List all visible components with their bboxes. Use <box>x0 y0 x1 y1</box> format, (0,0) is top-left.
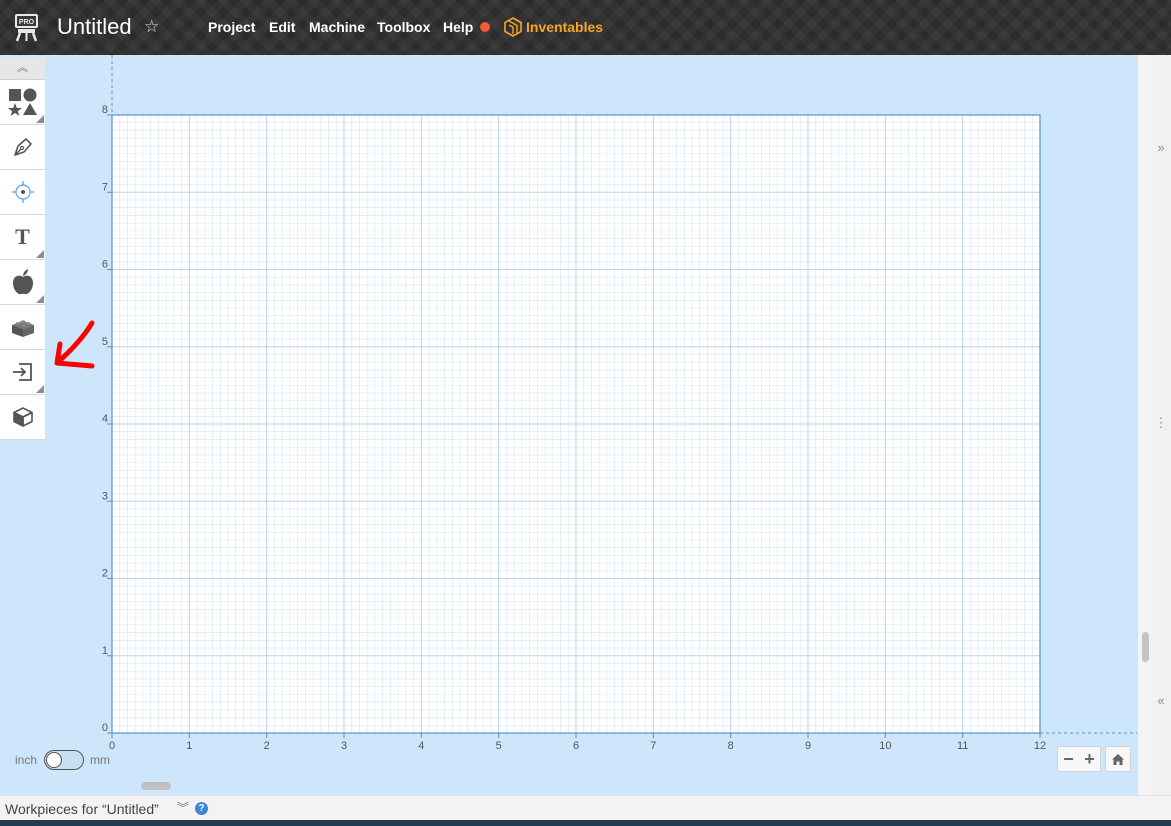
3d-tool[interactable] <box>0 395 45 440</box>
x-tick-label: 4 <box>418 740 424 752</box>
footer-strip <box>0 820 1171 826</box>
submenu-corner-indicator <box>36 295 44 303</box>
submenu-corner-indicator <box>36 115 44 123</box>
zoom-in-button[interactable]: + <box>1079 747 1100 771</box>
y-tick-label: 7 <box>102 181 108 193</box>
menu-machine[interactable]: Machine <box>309 17 365 37</box>
y-tick-label: 2 <box>102 568 108 580</box>
workpieces-bar: Workpieces for “Untitled” ︾ ? <box>0 795 1171 821</box>
icon-library-tool[interactable] <box>0 260 45 305</box>
shapes-icon <box>7 88 37 116</box>
vertical-scroll-thumb[interactable] <box>1142 632 1149 662</box>
text-icon: T <box>15 224 30 249</box>
apps-tool[interactable] <box>0 305 45 350</box>
menu-toolbox[interactable]: Toolbox <box>377 17 430 37</box>
inventables-link[interactable]: Inventables <box>526 17 603 37</box>
x-tick-label: 5 <box>496 740 502 752</box>
home-icon <box>1112 753 1124 765</box>
text-tool[interactable]: T <box>0 215 45 260</box>
menu-help[interactable]: Help <box>443 17 473 37</box>
cube-icon <box>12 407 33 427</box>
x-tick-label: 8 <box>728 740 734 752</box>
import-icon <box>12 363 32 381</box>
x-tick-label: 7 <box>650 740 656 752</box>
preview-panel-collapsed: » ⋮ « <box>1151 55 1171 795</box>
lego-brick-icon <box>11 320 34 337</box>
submenu-corner-indicator <box>36 250 44 258</box>
y-tick-label: 8 <box>102 104 108 116</box>
x-tick-label: 11 <box>957 740 968 752</box>
y-tick-label: 5 <box>102 336 108 348</box>
star-outline-icon[interactable]: ☆ <box>144 15 159 39</box>
project-title[interactable]: Untitled <box>57 13 132 41</box>
double-chevron-left-icon[interactable]: « <box>1151 693 1171 708</box>
red-arrow-annotation <box>54 320 95 369</box>
x-tick-label: 6 <box>573 740 579 752</box>
workpieces-label[interactable]: Workpieces for “Untitled” <box>5 800 159 818</box>
pen-icon <box>13 138 32 156</box>
x-tick-label: 2 <box>264 740 270 752</box>
vertical-dots-icon[interactable]: ⋮ <box>1151 415 1171 431</box>
inventables-logo-icon[interactable] <box>504 17 522 37</box>
y-tick-label: 6 <box>102 259 108 271</box>
double-chevron-up-icon[interactable]: ︽ <box>0 57 45 80</box>
y-tick-label: 4 <box>102 413 108 425</box>
import-tool[interactable] <box>0 350 45 395</box>
menu-project[interactable]: Project <box>208 17 255 37</box>
grid-canvas[interactable]: 0 1 2 3 4 5 6 7 8 9 10 11 12012345678 <box>0 55 1137 795</box>
point-tool[interactable] <box>0 170 45 215</box>
double-chevron-right-icon[interactable]: » <box>1151 140 1171 155</box>
pen-tool[interactable] <box>0 125 45 170</box>
menu-edit[interactable]: Edit <box>269 17 295 37</box>
point-target-icon <box>11 181 34 203</box>
units-toggle-knob[interactable] <box>46 752 62 768</box>
unit-mm-label[interactable]: mm <box>90 753 110 767</box>
easel-pro-logo-icon[interactable]: PRO <box>13 12 40 42</box>
help-icon[interactable]: ? <box>195 802 208 815</box>
top-bar: PRO Untitled ☆ Project Edit Machine Tool… <box>0 0 1171 55</box>
shapes-tool[interactable] <box>0 80 45 125</box>
submenu-corner-indicator <box>36 385 44 393</box>
design-canvas[interactable]: 0 1 2 3 4 5 6 7 8 9 10 11 12 0 1 2 3 4 5 6 7 8 <box>0 55 1137 795</box>
y-tick-label: 1 <box>102 645 108 657</box>
double-chevron-down-icon[interactable]: ︾ <box>177 799 189 817</box>
zoom-out-button[interactable]: − <box>1058 747 1079 771</box>
home-view-button[interactable] <box>1105 746 1131 772</box>
pro-badge: PRO <box>19 19 35 26</box>
apple-icon <box>12 269 33 295</box>
x-tick-label: 1 <box>186 740 192 752</box>
machine-status-indicator[interactable] <box>480 22 490 32</box>
units-toggle[interactable] <box>44 750 84 770</box>
x-tick-label: 0 <box>109 740 115 752</box>
zoom-controls: − + <box>1057 746 1101 772</box>
x-tick-label: 3 <box>341 740 347 752</box>
left-toolbar: ︽ T <box>0 57 45 440</box>
horizontal-scroll-thumb[interactable] <box>141 782 171 790</box>
y-tick-label: 0 <box>102 722 108 734</box>
x-tick-label: 9 <box>805 740 811 752</box>
y-tick-label: 3 <box>102 490 108 502</box>
x-tick-label: 12 <box>1034 740 1046 752</box>
vertical-scrollbar[interactable] <box>1137 55 1152 795</box>
x-tick-label: 10 <box>879 740 891 752</box>
unit-inch-label[interactable]: inch <box>15 753 37 767</box>
